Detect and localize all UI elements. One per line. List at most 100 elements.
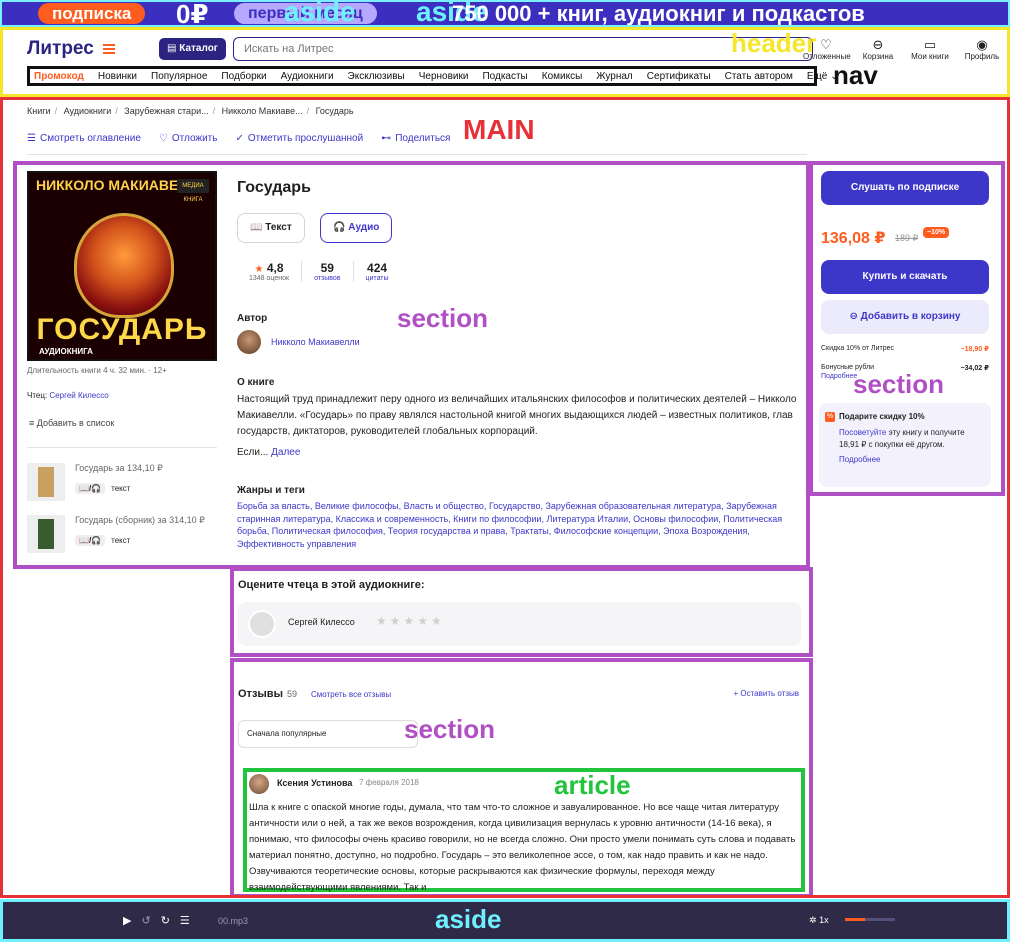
mark-listened-label: Отметить прослушанной: [247, 133, 364, 144]
nav-item-audiobooks[interactable]: Аудиокниги: [281, 71, 334, 82]
gift-title: Подарите скидку 10%: [839, 412, 925, 421]
catalog-button[interactable]: ▤ Каталог: [159, 38, 226, 60]
add-to-cart-button[interactable]: ⊖ Добавить в корзину: [821, 300, 989, 334]
nav-item-comics[interactable]: Комиксы: [542, 71, 583, 82]
toc-button[interactable]: ☰ Смотреть оглавление: [27, 133, 141, 144]
list-icon: ☰: [27, 133, 36, 144]
nav-item-popular[interactable]: Популярное: [151, 71, 207, 82]
my-books-button[interactable]: ▭ Мои книги: [907, 37, 953, 61]
breadcrumb-category[interactable]: Зарубежная стари...: [124, 106, 208, 116]
search-input[interactable]: [233, 37, 813, 61]
aside-label: aside: [284, 0, 356, 27]
header-icons: ♡ Отложенные ⊖ Корзина ▭ Мои книги ◉ Профиль: [803, 37, 1005, 61]
reader-label: Чтец:: [27, 391, 48, 400]
quotes-count: 424: [367, 261, 388, 275]
quotes-stat[interactable]: 424 цитаты: [354, 261, 401, 282]
book-icon: ▭: [923, 37, 937, 52]
audio-player: ▶ ↺ ↻ ☰ 00.mp3 aside ✲ 1x: [0, 899, 1010, 942]
reviews-stat[interactable]: 59 отзывов: [302, 261, 354, 282]
variant-item[interactable]: Государь за 134,10 ₽ 📖/🎧 текст: [27, 463, 217, 503]
review-article: Ксения Устинова 7 февраля 2018 Шла к кни…: [243, 768, 805, 893]
bonus-more-link[interactable]: Подробнее: [821, 373, 857, 380]
cover-subtitle: АУДИОКНИГА: [39, 347, 93, 356]
star-icon: ★: [254, 264, 264, 275]
favorites-button[interactable]: ♡ Отложенные: [803, 37, 851, 61]
author-heading: Автор: [237, 313, 268, 324]
variant-item[interactable]: Государь (сборник) за 314,10 ₽ 📖/🎧 текст: [27, 515, 217, 555]
book-actions: ☰ Смотреть оглавление ♡ Отложить ✓ Отметить…: [27, 133, 450, 144]
book-cover[interactable]: НИККОЛО МАКИАВЕЛЛИ МЕДИА КНИГА ГОСУДАРЬ …: [27, 171, 217, 361]
forward-icon[interactable]: ↻: [161, 914, 170, 927]
my-books-label: Мои книги: [911, 52, 949, 61]
gift-link[interactable]: Посоветуйте: [839, 428, 886, 437]
breadcrumb-current: Государь: [315, 106, 354, 116]
format-text-label: Текст: [265, 222, 292, 233]
track-filename: 00.mp3: [218, 916, 249, 926]
main-content: Книги / Аудиокниги / Зарубежная стари... / …: [0, 97, 1010, 898]
cover-lion-emblem: [74, 213, 174, 318]
format-text-button[interactable]: 📖 Текст: [237, 213, 305, 243]
rate-reader-card: Сергей Килессо ★★★★★: [238, 602, 801, 646]
breadcrumb-books[interactable]: Книги: [27, 106, 51, 116]
litres-logo[interactable]: Литрес: [27, 38, 116, 60]
nav-item-new[interactable]: Новинки: [98, 71, 137, 82]
rating-stars[interactable]: ★★★★★: [376, 614, 445, 628]
reviews-label: отзывов: [314, 275, 341, 282]
sort-select[interactable]: Сначала популярные ⌄: [238, 720, 418, 748]
divider: [27, 154, 807, 155]
profile-button[interactable]: ◉ Профиль: [959, 37, 1005, 61]
about-more-link[interactable]: Далее: [271, 447, 300, 458]
author-avatar: [237, 330, 261, 354]
nav-item-exclusives[interactable]: Эксклюзивы: [348, 71, 405, 82]
nav-item-promo[interactable]: Промокод: [34, 71, 84, 82]
all-reviews-link[interactable]: Смотреть все отзывы: [311, 690, 391, 699]
nav-item-become-author[interactable]: Стать автором: [725, 71, 793, 82]
play-icon[interactable]: ▶: [123, 914, 131, 927]
check-icon: ✓: [235, 133, 244, 144]
cart-button[interactable]: ⊖ Корзина: [855, 37, 901, 61]
add-review-button[interactable]: + Оставить отзыв: [733, 689, 799, 698]
logo-text: Литрес: [27, 38, 94, 59]
logo-bars-icon: [103, 42, 116, 56]
reviewer-name[interactable]: Ксения Устинова: [277, 778, 352, 788]
listen-subscription-button[interactable]: Слушать по подписке: [821, 171, 989, 205]
mark-listened-button[interactable]: ✓ Отметить прослушанной: [235, 133, 363, 144]
gift-discount-card: % Подарите скидку 10% Посоветуйте эту кн…: [819, 403, 991, 487]
cover-publisher-badge: МЕДИА КНИГА: [177, 179, 209, 203]
genres-heading: Жанры и теги: [237, 485, 305, 496]
reader-link[interactable]: Сергей Килессо: [49, 391, 108, 400]
format-audio-button[interactable]: 🎧 Аудио: [320, 213, 393, 243]
speed-value: 1x: [819, 915, 829, 925]
defer-button[interactable]: ♡ Отложить: [159, 133, 218, 144]
genres-list[interactable]: Борьба за власть, Великие философы, Влас…: [237, 500, 807, 550]
book-open-icon: 📖: [250, 222, 263, 233]
price: 136,08 ₽: [821, 230, 886, 247]
add-to-list-button[interactable]: ≡ Добавить в список: [29, 418, 114, 428]
aside-label: aside: [435, 904, 502, 934]
variant-title: Государь (сборник) за 314,10 ₽: [75, 515, 205, 525]
variant-format: 📖/🎧 текст: [75, 535, 130, 546]
about-heading: О книге: [237, 377, 275, 388]
volume-slider[interactable]: [845, 918, 895, 921]
playback-speed[interactable]: ✲ 1x: [809, 915, 829, 926]
author-link[interactable]: Никколо Макиавелли: [237, 329, 360, 355]
breadcrumb-audiobooks[interactable]: Аудиокниги: [64, 106, 112, 116]
promo-banner[interactable]: подписка 0₽ первый месяц aside aside 750…: [0, 0, 1010, 27]
rewind-icon[interactable]: ↺: [141, 914, 150, 927]
volume-fill: [845, 918, 865, 921]
gift-more-link[interactable]: Подробнее: [839, 455, 881, 464]
nav-item-journal[interactable]: Журнал: [596, 71, 633, 82]
playlist-icon[interactable]: ☰: [180, 914, 190, 927]
add-to-cart-label: Добавить в корзину: [860, 311, 961, 322]
gift-text: Посоветуйте эту книгу и получите 18,91 ₽…: [839, 427, 983, 451]
buy-download-button[interactable]: Купить и скачать: [821, 260, 989, 294]
nav-item-podcasts[interactable]: Подкасты: [482, 71, 527, 82]
nav-item-drafts[interactable]: Черновики: [419, 71, 469, 82]
discount-badge: −10%: [923, 227, 950, 238]
nav-item-collections[interactable]: Подборки: [221, 71, 266, 82]
defer-label: Отложить: [171, 133, 218, 144]
duration: Длительность книги 4 ч. 32 мин. · 12+: [27, 366, 167, 375]
breadcrumb-author[interactable]: Никколо Макиаве...: [222, 106, 303, 116]
share-button[interactable]: ⊷ Поделиться: [381, 133, 450, 144]
nav-item-certificates[interactable]: Сертификаты: [647, 71, 711, 82]
